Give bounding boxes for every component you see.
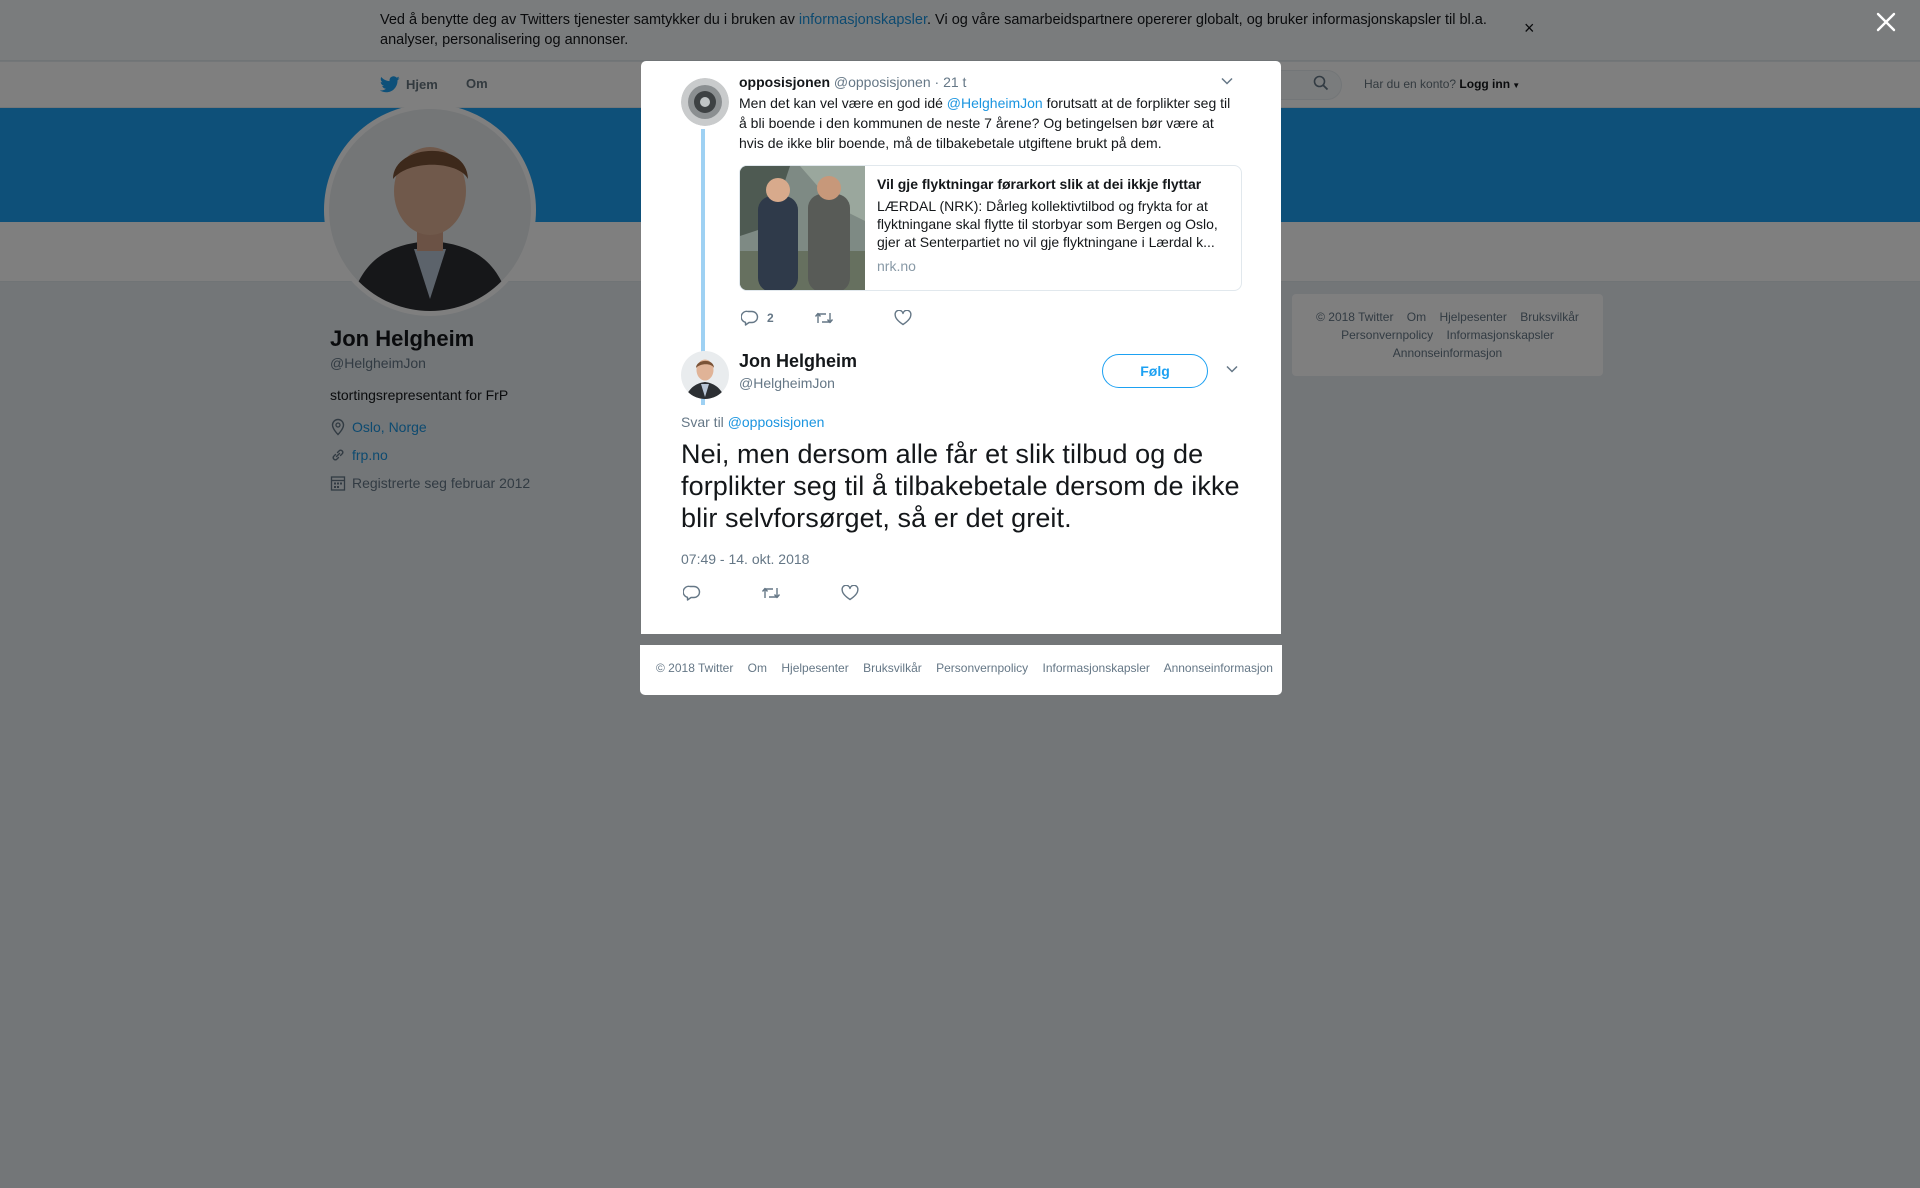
footer-link-about[interactable]: Om <box>748 661 767 675</box>
like-button[interactable] <box>894 310 912 326</box>
chevron-down-icon[interactable] <box>1226 365 1238 373</box>
parent-tweet-text: Men det kan vel være en god idé @Helghei… <box>739 93 1239 153</box>
footer-link-cookies[interactable]: Informasjonskapsler <box>1043 661 1150 675</box>
card-title: Vil gje flyktningar førarkort slik at de… <box>877 176 1202 192</box>
main-tweet-timestamp[interactable]: 07:49 - 14. okt. 2018 <box>681 551 809 567</box>
parent-text-part: Men det kan vel være en god idé <box>739 95 947 111</box>
parent-tweet-actions: 2 <box>741 310 912 326</box>
main-avatar-image <box>681 351 729 399</box>
parent-tweet-handle[interactable]: @opposisjonen <box>834 74 931 90</box>
retweet-button[interactable] <box>814 310 834 326</box>
card-domain: nrk.no <box>877 258 916 274</box>
like-button[interactable] <box>841 585 859 601</box>
chevron-down-icon[interactable] <box>1221 77 1233 85</box>
footer-link-privacy[interactable]: Personvernpolicy <box>936 661 1028 675</box>
footer-copyright: © 2018 Twitter <box>656 661 734 675</box>
close-icon[interactable] <box>1874 10 1898 34</box>
link-card[interactable]: Vil gje flyktningar førarkort slik at de… <box>739 165 1242 291</box>
footer-link-ads[interactable]: Annonseinformasjon <box>1164 661 1273 675</box>
reply-to-line: Svar til @opposisjonen <box>681 414 824 430</box>
follow-button[interactable]: Følg <box>1102 354 1208 388</box>
parent-tweet-avatar[interactable] <box>681 78 729 126</box>
parent-tweet-time[interactable]: · 21 t <box>935 74 967 90</box>
footer-link-terms[interactable]: Bruksvilkår <box>863 661 922 675</box>
like-icon <box>894 310 912 326</box>
reply-button[interactable]: 2 <box>741 310 774 326</box>
reply-icon <box>741 310 759 326</box>
reply-button[interactable] <box>683 585 701 601</box>
modal-footer: © 2018 Twitter Om Hjelpesenter Bruksvilk… <box>640 645 1282 695</box>
retweet-icon <box>761 587 781 599</box>
tweet-modal: opposisjonen @opposisjonen · 21 t Men de… <box>641 61 1281 634</box>
card-image <box>740 166 865 290</box>
footer-link-help[interactable]: Hjelpesenter <box>781 661 848 675</box>
main-tweet-avatar[interactable] <box>681 351 729 399</box>
like-icon <box>841 585 859 601</box>
main-tweet-text: Nei, men dersom alle får et slik tilbud … <box>681 439 1240 533</box>
card-description: LÆRDAL (NRK): Dårleg kollektivtilbod og … <box>877 198 1218 250</box>
retweet-icon <box>814 312 833 324</box>
main-tweet-actions <box>683 585 859 601</box>
reply-count: 2 <box>767 311 774 325</box>
mention-link[interactable]: @HelgheimJon <box>947 95 1043 111</box>
parent-tweet-name[interactable]: opposisjonen <box>739 74 830 90</box>
retweet-button[interactable] <box>761 585 781 601</box>
main-tweet-name[interactable]: Jon Helgheim <box>739 351 857 372</box>
reply-icon <box>683 585 701 601</box>
main-tweet-handle[interactable]: @HelgheimJon <box>739 375 835 391</box>
reply-to-label: Svar til <box>681 414 728 430</box>
parent-tweet-header: opposisjonen @opposisjonen · 21 t <box>739 74 966 90</box>
parent-avatar-image <box>681 78 729 126</box>
reply-to-link[interactable]: @opposisjonen <box>728 414 825 430</box>
